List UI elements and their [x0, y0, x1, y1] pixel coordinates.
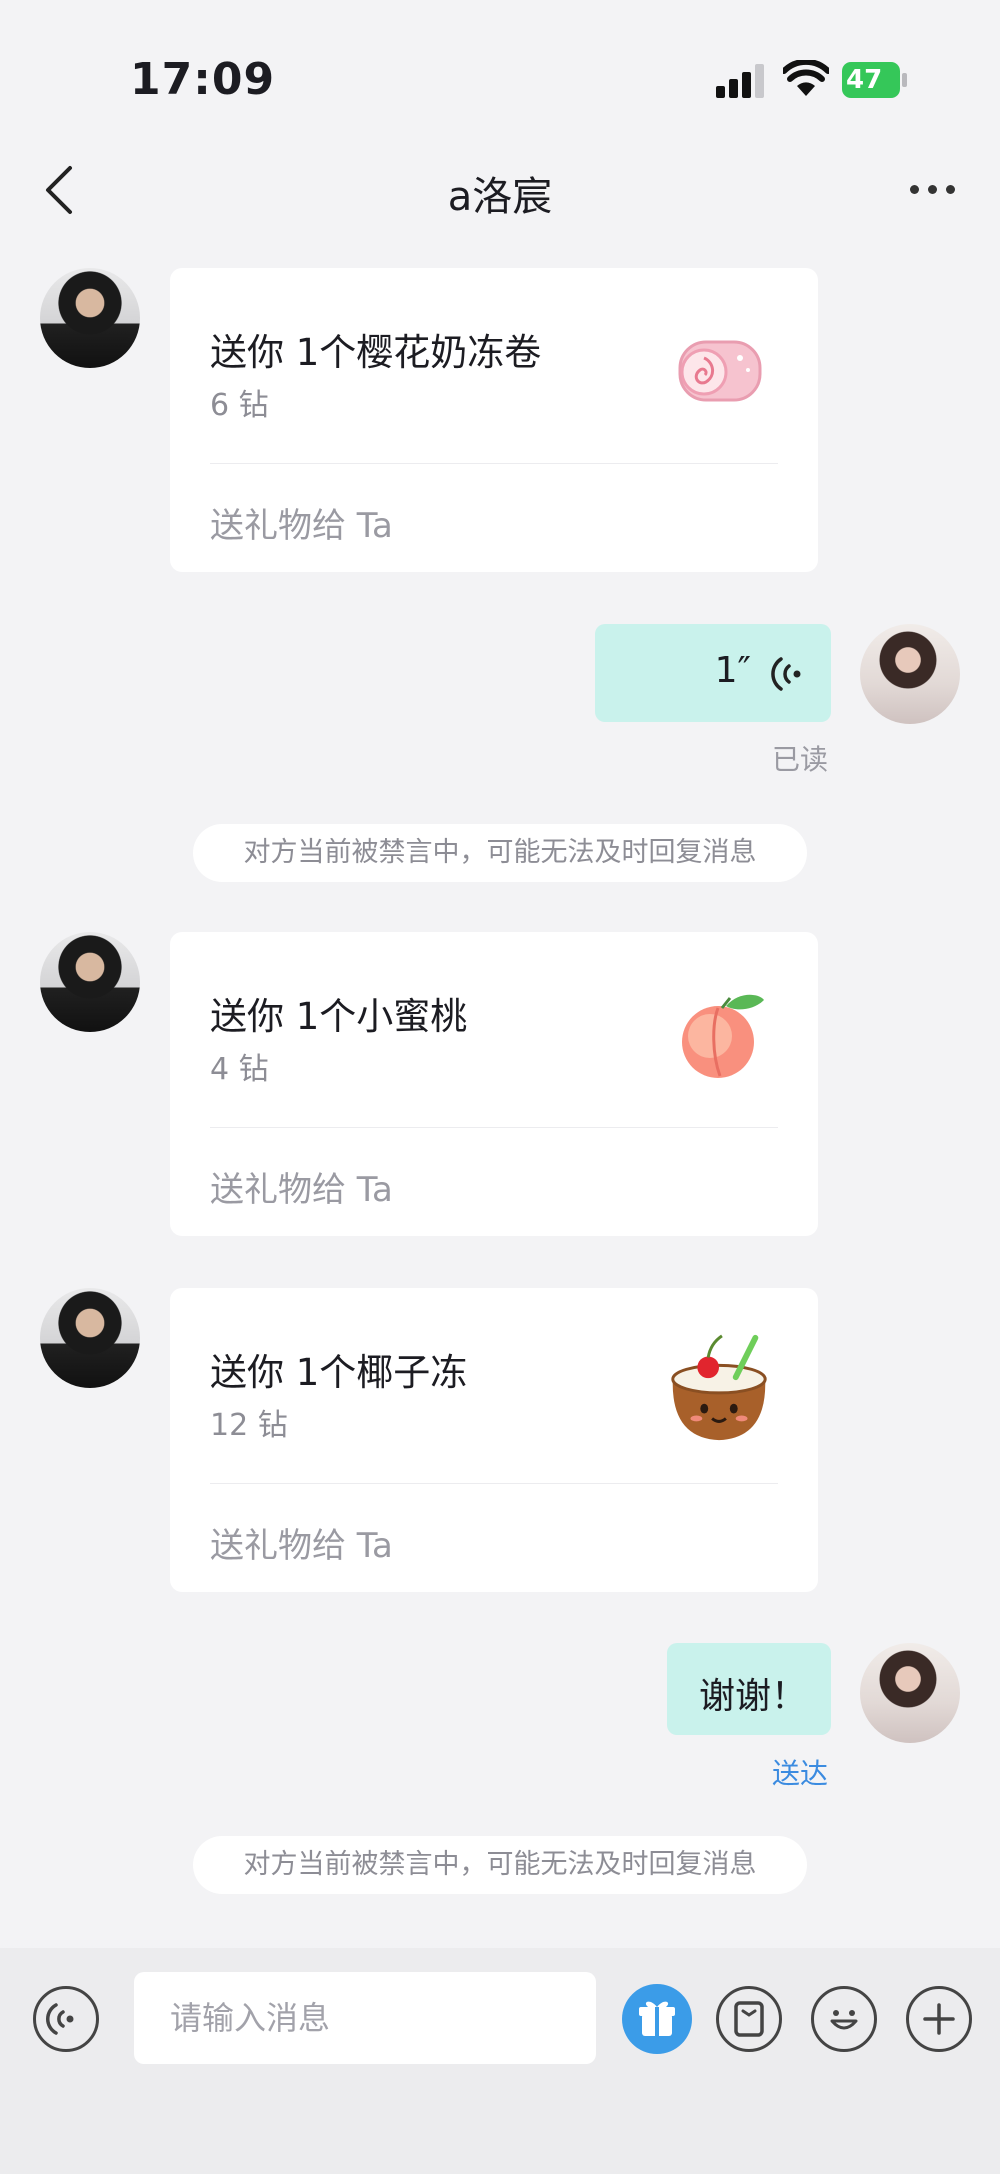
- send-gift-link[interactable]: 送礼物给 Ta: [210, 498, 393, 547]
- gift-message-card[interactable]: 送你 1个椰子冻 12 钻 送礼物给 Ta: [170, 1288, 818, 1592]
- signal-icon: [716, 64, 766, 98]
- gift-message-card[interactable]: 送你 1个小蜜桃 4 钻 送礼物给 Ta: [170, 932, 818, 1236]
- peach-icon: [682, 994, 764, 1078]
- voice-wave-icon: [771, 657, 801, 691]
- read-status: 已读: [772, 743, 829, 776]
- gift-title: 送你 1个椰子冻: [210, 1351, 468, 1394]
- battery-level: 47: [846, 65, 883, 95]
- system-notice: 对方当前被禁言中，可能无法及时回复消息: [193, 824, 807, 882]
- chat-title: a洛宸: [447, 174, 553, 220]
- send-gift-link[interactable]: 送礼物给 Ta: [210, 1162, 393, 1211]
- send-gift-link[interactable]: 送礼物给 Ta: [210, 1518, 393, 1567]
- system-notice: 对方当前被禁言中，可能无法及时回复消息: [193, 1836, 807, 1894]
- gift-price: 12 钻: [210, 1408, 288, 1443]
- contact-avatar[interactable]: [40, 932, 140, 1032]
- voice-wave-icon: [46, 2003, 74, 2035]
- message-text: 谢谢！: [699, 1676, 808, 1717]
- my-avatar[interactable]: [860, 1643, 960, 1743]
- more-options-icon[interactable]: [910, 183, 956, 197]
- contact-avatar[interactable]: [40, 1288, 140, 1388]
- voice-duration: 1″: [714, 650, 751, 691]
- emoji-icon: [830, 2010, 858, 2030]
- gift-price: 6 钻: [210, 388, 269, 423]
- message-input[interactable]: [134, 1972, 596, 2064]
- contact-avatar[interactable]: [40, 268, 140, 368]
- plus-button[interactable]: [906, 1986, 972, 2052]
- gift-button[interactable]: [622, 1984, 692, 2054]
- wifi-icon: [783, 60, 829, 96]
- gift-title: 送你 1个小蜜桃: [210, 995, 468, 1038]
- text-message-bubble[interactable]: 谢谢！: [667, 1643, 831, 1735]
- gift-box-icon: [639, 2001, 675, 2036]
- my-avatar[interactable]: [860, 624, 960, 724]
- card-divider: [210, 1127, 778, 1128]
- delivered-status: 送达: [772, 1757, 829, 1790]
- coconut-icon: [671, 1334, 767, 1441]
- card-divider: [210, 463, 778, 464]
- gift-message-card[interactable]: 送你 1个樱花奶冻卷 6 钻 送礼物给 Ta: [170, 268, 818, 572]
- sakura-roll-icon: [678, 340, 762, 402]
- battery-icon: 47: [842, 62, 910, 98]
- card-divider: [210, 1483, 778, 1484]
- card-button[interactable]: [716, 1986, 782, 2052]
- card-icon: [734, 2001, 764, 2037]
- gift-price: 4 钻: [210, 1052, 269, 1087]
- plus-icon: [923, 2003, 955, 2035]
- status-time: 17:09: [130, 54, 276, 105]
- voice-input-button[interactable]: [33, 1986, 99, 2052]
- emoji-button[interactable]: [811, 1986, 877, 2052]
- gift-title: 送你 1个樱花奶冻卷: [210, 331, 542, 374]
- voice-message-bubble[interactable]: 1″: [595, 624, 831, 722]
